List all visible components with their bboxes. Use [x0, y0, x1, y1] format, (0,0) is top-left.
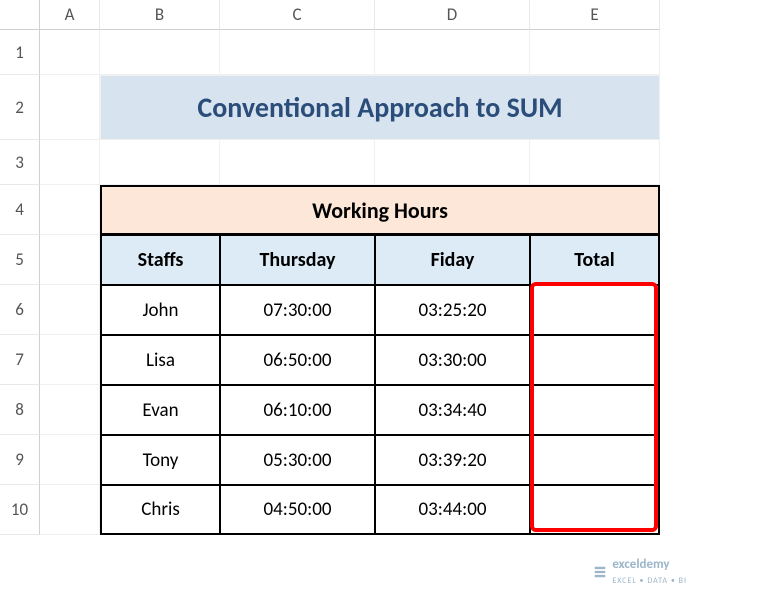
cell-friday-3[interactable]: 03:39:20	[375, 435, 530, 485]
watermark-brand: exceldemy	[612, 557, 669, 572]
cell-friday-0[interactable]: 03:25:20	[375, 285, 530, 335]
cell-staff-3[interactable]: Tony	[100, 435, 220, 485]
col-header-d[interactable]: D	[375, 0, 530, 30]
cell-e1[interactable]	[530, 30, 660, 75]
cell-e3[interactable]	[530, 140, 660, 185]
cell-a6[interactable]	[40, 285, 100, 335]
watermark-tagline: EXCEL • DATA • BI	[612, 576, 687, 586]
cell-total-1[interactable]	[530, 335, 660, 385]
cell-a4[interactable]	[40, 185, 100, 235]
cell-staff-0[interactable]: John	[100, 285, 220, 335]
title-cell[interactable]: Conventional Approach to SUM	[100, 75, 660, 140]
row-header-10[interactable]: 10	[0, 485, 40, 535]
row-header-7[interactable]: 7	[0, 335, 40, 385]
cell-a8[interactable]	[40, 385, 100, 435]
row-header-9[interactable]: 9	[0, 435, 40, 485]
row-header-5[interactable]: 5	[0, 235, 40, 285]
cell-a2[interactable]	[40, 75, 100, 140]
cell-staff-4[interactable]: Chris	[100, 485, 220, 535]
cell-friday-2[interactable]: 03:34:40	[375, 385, 530, 435]
col-label-thursday[interactable]: Thursday	[220, 235, 375, 285]
cell-thursday-1[interactable]: 06:50:00	[220, 335, 375, 385]
cell-b3[interactable]	[100, 140, 220, 185]
cell-a9[interactable]	[40, 435, 100, 485]
watermark-icon	[593, 565, 607, 579]
cell-a7[interactable]	[40, 335, 100, 385]
row-header-1[interactable]: 1	[0, 30, 40, 75]
cell-staff-1[interactable]: Lisa	[100, 335, 220, 385]
cell-total-2[interactable]	[530, 385, 660, 435]
row-header-8[interactable]: 8	[0, 385, 40, 435]
cell-a10[interactable]	[40, 485, 100, 535]
spreadsheet-grid: A B C D E 1 2 Conventional Approach to S…	[0, 0, 767, 535]
col-header-b[interactable]: B	[100, 0, 220, 30]
cell-staff-2[interactable]: Evan	[100, 385, 220, 435]
cell-thursday-3[interactable]: 05:30:00	[220, 435, 375, 485]
col-header-e[interactable]: E	[530, 0, 660, 30]
cell-thursday-2[interactable]: 06:10:00	[220, 385, 375, 435]
col-label-staffs[interactable]: Staffs	[100, 235, 220, 285]
cell-d1[interactable]	[375, 30, 530, 75]
row-header-6[interactable]: 6	[0, 285, 40, 335]
cell-a5[interactable]	[40, 235, 100, 285]
watermark: exceldemy EXCEL • DATA • BI	[593, 557, 687, 587]
col-header-a[interactable]: A	[40, 0, 100, 30]
row-header-4[interactable]: 4	[0, 185, 40, 235]
cell-total-4[interactable]	[530, 485, 660, 535]
cell-c3[interactable]	[220, 140, 375, 185]
cell-friday-4[interactable]: 03:44:00	[375, 485, 530, 535]
cell-a1[interactable]	[40, 30, 100, 75]
working-hours-header[interactable]: Working Hours	[100, 185, 660, 235]
cell-total-0[interactable]	[530, 285, 660, 335]
corner-cell[interactable]	[0, 0, 40, 30]
cell-total-3[interactable]	[530, 435, 660, 485]
cell-thursday-4[interactable]: 04:50:00	[220, 485, 375, 535]
cell-thursday-0[interactable]: 07:30:00	[220, 285, 375, 335]
col-header-c[interactable]: C	[220, 0, 375, 30]
row-header-3[interactable]: 3	[0, 140, 40, 185]
cell-a3[interactable]	[40, 140, 100, 185]
cell-b1[interactable]	[100, 30, 220, 75]
cell-c1[interactable]	[220, 30, 375, 75]
cell-d3[interactable]	[375, 140, 530, 185]
row-header-2[interactable]: 2	[0, 75, 40, 140]
col-label-total[interactable]: Total	[530, 235, 660, 285]
col-label-friday[interactable]: Fiday	[375, 235, 530, 285]
cell-friday-1[interactable]: 03:30:00	[375, 335, 530, 385]
